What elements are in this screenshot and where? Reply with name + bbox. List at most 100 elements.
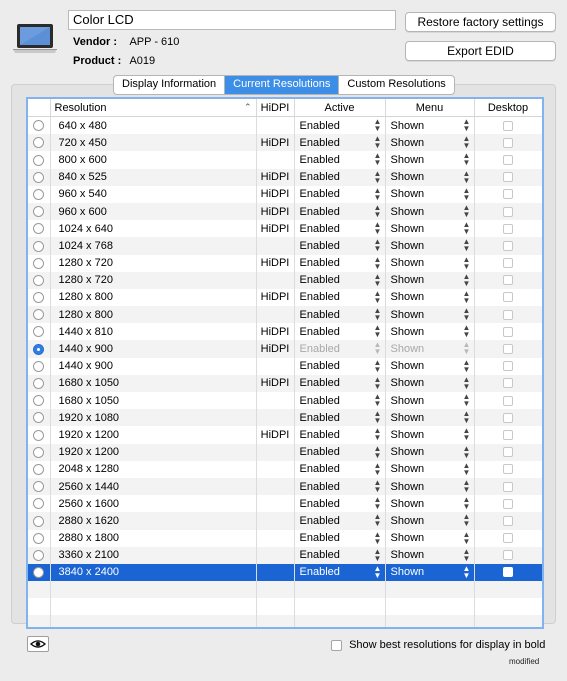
menu-popup[interactable]: Shown ▲ ▼ bbox=[385, 134, 475, 152]
row-radio-cell[interactable] bbox=[28, 357, 51, 375]
desktop-checkbox[interactable] bbox=[503, 515, 513, 526]
desktop-cell[interactable] bbox=[474, 185, 542, 203]
active-popup[interactable]: Enabled ▲ ▼ bbox=[294, 168, 386, 186]
menu-popup[interactable]: Shown ▲ ▼ bbox=[385, 254, 475, 272]
active-popup[interactable]: Enabled ▲ ▼ bbox=[294, 151, 386, 169]
desktop-cell[interactable] bbox=[474, 512, 542, 530]
table-row[interactable]: 1440 x 900 HiDPI Enabled ▲ ▼ Shown ▲ ▼ bbox=[28, 340, 542, 358]
table-row[interactable]: 1920 x 1200 HiDPI Enabled ▲ ▼ Shown ▲ ▼ bbox=[28, 426, 542, 444]
active-popup[interactable]: Enabled ▲ ▼ bbox=[294, 374, 386, 392]
menu-popup[interactable]: Shown ▲ ▼ bbox=[385, 529, 475, 547]
row-radio-cell[interactable] bbox=[28, 134, 51, 152]
row-radio-cell[interactable] bbox=[28, 426, 51, 444]
current-resolution-radio[interactable] bbox=[33, 120, 44, 132]
desktop-checkbox[interactable] bbox=[503, 275, 513, 286]
column-header-desktop[interactable]: Desktop bbox=[474, 99, 542, 117]
row-radio-cell[interactable] bbox=[28, 237, 51, 255]
desktop-cell[interactable] bbox=[474, 168, 542, 186]
desktop-cell[interactable] bbox=[474, 563, 542, 582]
active-popup[interactable]: Enabled ▲ ▼ bbox=[294, 202, 386, 221]
menu-popup[interactable]: Shown ▲ ▼ bbox=[385, 306, 475, 324]
desktop-checkbox[interactable] bbox=[503, 172, 513, 183]
current-resolution-radio[interactable] bbox=[33, 498, 44, 510]
active-popup[interactable]: Enabled ▲ ▼ bbox=[294, 546, 386, 564]
active-popup[interactable]: Enabled ▲ ▼ bbox=[294, 426, 386, 444]
table-row[interactable]: 720 x 450 HiDPI Enabled ▲ ▼ Shown ▲ ▼ bbox=[28, 134, 542, 152]
table-row[interactable]: 960 x 540 HiDPI Enabled ▲ ▼ Shown ▲ ▼ bbox=[28, 185, 542, 203]
menu-popup[interactable]: Shown ▲ ▼ bbox=[385, 271, 475, 289]
active-popup[interactable]: Enabled ▲ ▼ bbox=[294, 323, 386, 341]
desktop-cell[interactable] bbox=[474, 271, 542, 289]
desktop-cell[interactable] bbox=[474, 306, 542, 324]
active-popup[interactable]: Enabled ▲ ▼ bbox=[294, 409, 386, 427]
desktop-checkbox[interactable] bbox=[503, 120, 513, 131]
desktop-checkbox[interactable] bbox=[503, 292, 513, 303]
table-row[interactable]: 1440 x 810 HiDPI Enabled ▲ ▼ Shown ▲ ▼ bbox=[28, 323, 542, 341]
row-radio-cell[interactable] bbox=[28, 323, 51, 341]
tab-custom-resolutions[interactable]: Custom Resolutions bbox=[339, 76, 453, 94]
current-resolution-radio[interactable] bbox=[33, 481, 44, 493]
table-row[interactable]: 800 x 600 Enabled ▲ ▼ Shown ▲ ▼ bbox=[28, 151, 542, 169]
desktop-checkbox[interactable] bbox=[503, 154, 513, 165]
table-row[interactable]: 1920 x 1200 Enabled ▲ ▼ Shown ▲ ▼ bbox=[28, 443, 542, 461]
active-popup[interactable]: Enabled ▲ ▼ bbox=[294, 237, 386, 255]
row-radio-cell[interactable] bbox=[28, 563, 51, 582]
desktop-cell[interactable] bbox=[474, 357, 542, 375]
active-popup[interactable]: Enabled ▲ ▼ bbox=[294, 495, 386, 513]
active-popup[interactable]: Enabled ▲ ▼ bbox=[294, 563, 386, 582]
menu-popup[interactable]: Shown ▲ ▼ bbox=[385, 460, 475, 478]
table-row[interactable]: 2560 x 1440 Enabled ▲ ▼ Shown ▲ ▼ bbox=[28, 477, 542, 496]
menu-popup[interactable]: Shown ▲ ▼ bbox=[385, 185, 475, 203]
row-radio-cell[interactable] bbox=[28, 271, 51, 289]
column-header-hidpi[interactable]: HiDPI bbox=[256, 99, 295, 117]
menu-popup[interactable]: Shown ▲ ▼ bbox=[385, 443, 475, 461]
desktop-checkbox[interactable] bbox=[503, 344, 513, 355]
desktop-checkbox[interactable] bbox=[503, 412, 513, 423]
desktop-cell[interactable] bbox=[474, 529, 542, 547]
table-row[interactable]: 2560 x 1600 Enabled ▲ ▼ Shown ▲ ▼ bbox=[28, 495, 542, 513]
desktop-checkbox[interactable] bbox=[503, 498, 513, 509]
row-radio-cell[interactable] bbox=[28, 529, 51, 547]
column-header-resolution[interactable]: Resolution ⌃ bbox=[50, 99, 257, 117]
active-popup[interactable]: Enabled ▲ ▼ bbox=[294, 529, 386, 547]
desktop-cell[interactable] bbox=[474, 340, 542, 358]
table-row[interactable]: 1024 x 640 HiDPI Enabled ▲ ▼ Shown ▲ ▼ bbox=[28, 220, 542, 238]
desktop-cell[interactable] bbox=[474, 151, 542, 169]
desktop-checkbox[interactable] bbox=[503, 189, 513, 200]
desktop-cell[interactable] bbox=[474, 443, 542, 461]
tab-display-information[interactable]: Display Information bbox=[114, 76, 226, 94]
current-resolution-radio[interactable] bbox=[33, 274, 44, 286]
row-radio-cell[interactable] bbox=[28, 116, 51, 135]
current-resolution-radio[interactable] bbox=[33, 206, 44, 218]
row-radio-cell[interactable] bbox=[28, 168, 51, 186]
desktop-checkbox[interactable] bbox=[503, 567, 513, 578]
menu-popup[interactable]: Shown ▲ ▼ bbox=[385, 288, 475, 307]
desktop-cell[interactable] bbox=[474, 460, 542, 478]
current-resolution-radio[interactable] bbox=[33, 171, 44, 183]
row-radio-cell[interactable] bbox=[28, 546, 51, 564]
desktop-cell[interactable] bbox=[474, 323, 542, 341]
active-popup[interactable]: Enabled ▲ ▼ bbox=[294, 443, 386, 461]
menu-popup[interactable]: Shown ▲ ▼ bbox=[385, 563, 475, 582]
menu-popup[interactable]: Shown ▲ ▼ bbox=[385, 426, 475, 444]
current-resolution-radio[interactable] bbox=[33, 429, 44, 441]
table-row[interactable]: 1680 x 1050 HiDPI Enabled ▲ ▼ Shown ▲ ▼ bbox=[28, 374, 542, 392]
row-radio-cell[interactable] bbox=[28, 392, 51, 410]
column-header-active[interactable]: Active bbox=[294, 99, 386, 117]
desktop-cell[interactable] bbox=[474, 546, 542, 564]
active-popup[interactable]: Enabled ▲ ▼ bbox=[294, 220, 386, 238]
active-popup[interactable]: Enabled ▲ ▼ bbox=[294, 512, 386, 530]
checkbox-box[interactable] bbox=[331, 639, 342, 651]
current-resolution-radio[interactable] bbox=[33, 360, 44, 372]
row-radio-cell[interactable] bbox=[28, 254, 51, 272]
row-radio-cell[interactable] bbox=[28, 374, 51, 392]
menu-popup[interactable]: Shown ▲ ▼ bbox=[385, 546, 475, 564]
menu-popup[interactable]: Shown ▲ ▼ bbox=[385, 237, 475, 255]
menu-popup[interactable]: Shown ▲ ▼ bbox=[385, 374, 475, 392]
desktop-cell[interactable] bbox=[474, 392, 542, 410]
export-edid-button[interactable]: Export EDID bbox=[405, 41, 556, 61]
desktop-checkbox[interactable] bbox=[503, 326, 513, 337]
desktop-cell[interactable] bbox=[474, 134, 542, 152]
desktop-checkbox[interactable] bbox=[503, 361, 513, 372]
desktop-checkbox[interactable] bbox=[503, 533, 513, 544]
